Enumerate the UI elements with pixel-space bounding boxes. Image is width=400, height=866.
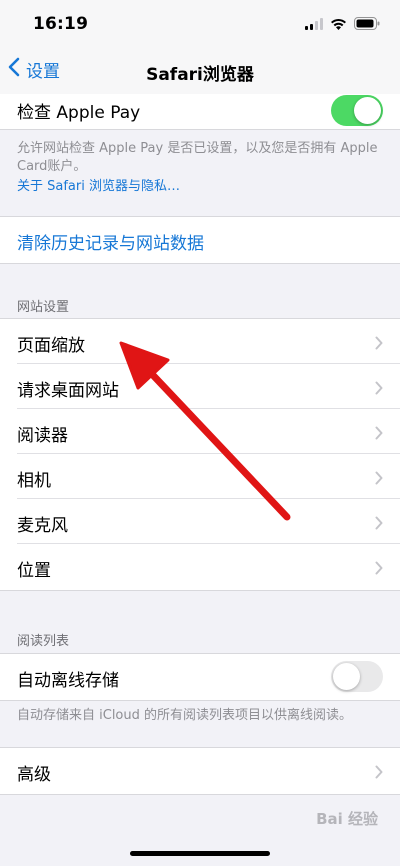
settings-row-page-zoom[interactable]: 页面缩放 (0, 319, 400, 364)
chevron-right-icon (375, 380, 383, 399)
settings-row-label: 阅读器 (17, 426, 68, 446)
watermark-logo: Bai 经验 (316, 810, 378, 828)
settings-row-label: 请求桌面网站 (17, 381, 119, 401)
safari-privacy-link[interactable]: 关于 Safari 浏览器与隐私… (17, 175, 180, 194)
reading-list-note: 自动存储来自 iCloud 的所有阅读列表项目以供离线阅读。 (17, 708, 353, 723)
toggle-knob (333, 663, 360, 690)
auto-save-label: 自动离线存储 (17, 671, 119, 691)
clear-history-button[interactable]: 清除历史记录与网站数据 (17, 229, 204, 254)
auto-save-toggle[interactable] (331, 661, 383, 692)
chevron-right-icon (375, 764, 383, 783)
website-settings-group: 页面缩放 请求桌面网站 阅读器 相机 麦克风 位置 (0, 318, 400, 591)
reading-list-header: 阅读列表 (17, 634, 70, 649)
apple-pay-toggle[interactable] (331, 95, 383, 126)
settings-row-camera[interactable]: 相机 (0, 454, 400, 499)
status-time: 16:19 (33, 14, 89, 34)
settings-row-label: 页面缩放 (17, 336, 85, 356)
settings-row-location[interactable]: 位置 (0, 544, 400, 589)
chevron-right-icon (375, 560, 383, 579)
apple-pay-row: 检查 Apple Pay (0, 94, 400, 129)
page-title: Safari浏览器 (146, 65, 254, 85)
status-bar: 16:19 (0, 0, 400, 48)
settings-row-label: 麦克风 (17, 516, 68, 536)
cellular-signal-icon (305, 15, 323, 34)
reading-list-group: 自动离线存储 (0, 653, 400, 701)
clear-history-row[interactable]: 清除历史记录与网站数据 (0, 217, 400, 262)
status-icons (305, 15, 380, 34)
toggle-knob (354, 97, 381, 124)
navigation-bar: 设置 Safari浏览器 (0, 48, 400, 95)
clear-history-group: 清除历史记录与网站数据 (0, 216, 400, 264)
chevron-right-icon (375, 335, 383, 354)
settings-row-request-desktop[interactable]: 请求桌面网站 (0, 364, 400, 409)
settings-row-microphone[interactable]: 麦克风 (0, 499, 400, 544)
auto-save-row: 自动离线存储 (0, 654, 400, 699)
chevron-right-icon (375, 425, 383, 444)
battery-icon (354, 15, 380, 34)
advanced-group: 高级 (0, 747, 400, 795)
home-indicator (130, 851, 270, 856)
settings-row-label: 位置 (17, 561, 51, 581)
settings-row-advanced[interactable]: 高级 (0, 748, 400, 793)
apple-pay-group: 检查 Apple Pay (0, 94, 400, 130)
apple-pay-note: 允许网站检查 Apple Pay 是否已设置，以及您是否拥有 Apple Car… (17, 141, 378, 174)
advanced-label: 高级 (17, 765, 51, 785)
apple-pay-label: 检查 Apple Pay (17, 103, 141, 123)
chevron-right-icon (375, 470, 383, 489)
settings-row-label: 相机 (17, 471, 51, 491)
settings-row-reader[interactable]: 阅读器 (0, 409, 400, 454)
website-settings-header: 网站设置 (17, 300, 70, 315)
chevron-right-icon (375, 515, 383, 534)
wifi-icon (330, 15, 347, 34)
